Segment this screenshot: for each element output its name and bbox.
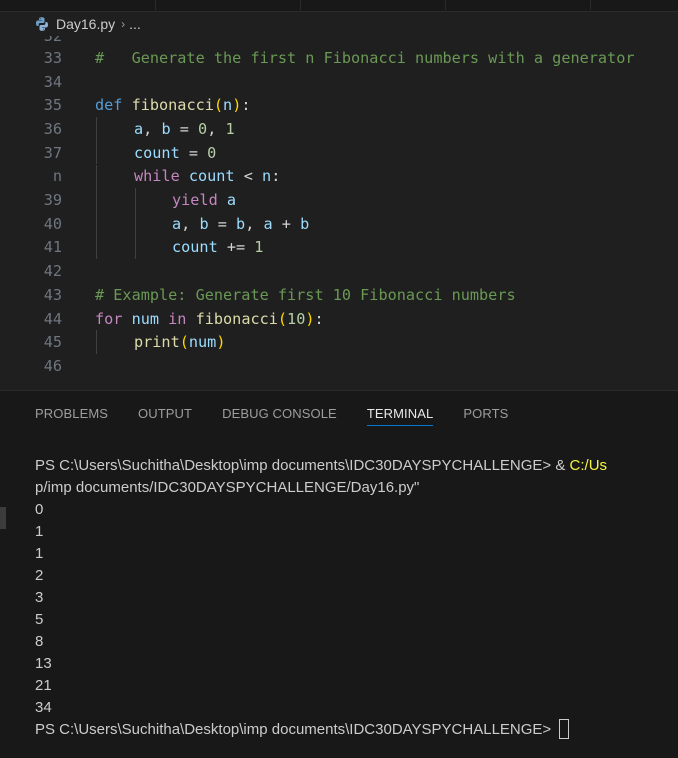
- code-comment: # Generate the first n Fibonacci numbers…: [95, 48, 635, 67]
- terminal-script-path: p/imp documents/IDC30DAYSPYCHALLENGE/Day…: [35, 479, 420, 496]
- line-number: 33: [43, 48, 62, 67]
- terminal-output-line: 13: [35, 655, 52, 672]
- indent-guide: [96, 164, 97, 189]
- code-line: 34: [0, 70, 678, 94]
- terminal-command-line: PS C:\Users\Suchitha\Desktop\imp documen…: [35, 455, 607, 477]
- line-number: 40: [43, 214, 62, 233]
- indent-guide: [135, 211, 136, 236]
- editor-tab-bar: [0, 0, 678, 12]
- line-number: 39: [43, 191, 62, 210]
- code-line: 40 a, b = b, a + b: [0, 211, 678, 236]
- line-number: 43: [43, 285, 62, 304]
- terminal-output-line: 34: [35, 699, 52, 716]
- code-line: 39 yield a: [0, 188, 678, 212]
- terminal-output-line: 2: [35, 567, 44, 584]
- terminal-prompt: PS C:\Users\Suchitha\Desktop\imp documen…: [35, 721, 556, 738]
- tab-separator: [590, 0, 591, 10]
- tab-separator: [445, 0, 446, 10]
- code-text: print(num): [134, 333, 226, 352]
- code-comment: # Example: Generate first 10 Fibonacci n…: [95, 285, 516, 304]
- code-line: 35 def fibonacci(n):: [0, 93, 678, 117]
- vscode-window: Day16.py › ... 32 33 # Generate the firs…: [0, 0, 678, 758]
- line-number: 42: [43, 262, 62, 281]
- terminal-prompt-line: PS C:\Users\Suchitha\Desktop\imp documen…: [35, 719, 570, 741]
- line-number: 34: [43, 72, 62, 91]
- tab-terminal[interactable]: TERMINAL: [366, 391, 434, 435]
- code-text: for num in fibonacci(10):: [95, 309, 324, 328]
- code-line: 41 count += 1: [0, 235, 678, 260]
- tab-separator: [155, 0, 156, 10]
- code-line: 46: [0, 354, 678, 378]
- line-number: 46: [43, 356, 62, 375]
- line-number: n: [52, 167, 62, 186]
- code-line: 33 # Generate the first n Fibonacci numb…: [0, 46, 678, 70]
- terminal-cursor[interactable]: [559, 719, 570, 740]
- tab-debug-console[interactable]: DEBUG CONSOLE: [222, 391, 337, 435]
- line-number: 35: [43, 96, 62, 115]
- code-line: 43 # Example: Generate first 10 Fibonacc…: [0, 283, 678, 307]
- line-number: 44: [43, 309, 62, 328]
- line-number: 45: [43, 333, 62, 352]
- tab-separator: [300, 0, 301, 10]
- terminal-output-line: 0: [35, 501, 44, 518]
- code-line: 36 a, b = 0, 1: [0, 117, 678, 141]
- terminal-prompt: PS C:\Users\Suchitha\Desktop\imp documen…: [35, 457, 556, 474]
- code-text: def fibonacci(n):: [95, 96, 251, 115]
- indent-guide: [135, 235, 136, 260]
- terminal-output-line: 8: [35, 633, 44, 650]
- terminal-output-line: 1: [35, 545, 44, 562]
- code-line: 45 print(num): [0, 330, 678, 355]
- code-text: count = 0: [134, 143, 217, 162]
- indent-guide: [96, 330, 97, 355]
- line-number: 37: [43, 143, 62, 162]
- breadcrumb-file[interactable]: Day16.py: [56, 16, 115, 32]
- tab-problems[interactable]: PROBLEMS: [35, 391, 108, 435]
- chevron-right-icon: ›: [121, 17, 126, 31]
- panel-tab-bar: PROBLEMS OUTPUT DEBUG CONSOLE TERMINAL P…: [0, 391, 678, 435]
- python-file-icon: [34, 16, 50, 32]
- breadcrumb-ellipsis[interactable]: ...: [129, 16, 141, 32]
- terminal-decoration: [0, 507, 6, 529]
- code-line: 44 for num in fibonacci(10):: [0, 307, 678, 331]
- line-number: 32: [0, 36, 62, 45]
- indent-guide: [96, 140, 97, 165]
- code-line: 37 count = 0: [0, 140, 678, 165]
- code-text: a, b = b, a + b: [172, 214, 310, 233]
- bottom-panel: PROBLEMS OUTPUT DEBUG CONSOLE TERMINAL P…: [0, 390, 678, 758]
- terminal-output[interactable]: PS C:\Users\Suchitha\Desktop\imp documen…: [0, 435, 678, 758]
- indent-guide: [135, 188, 136, 212]
- code-line: 42: [0, 259, 678, 283]
- terminal-output-line: 1: [35, 523, 44, 540]
- terminal-output-line: 21: [35, 677, 52, 694]
- indent-guide: [96, 117, 97, 141]
- breadcrumb: Day16.py › ...: [0, 12, 678, 36]
- terminal-operator: &: [555, 457, 570, 474]
- indent-guide: [96, 188, 97, 212]
- terminal-output-line: 3: [35, 589, 44, 606]
- code-text: while count < n:: [134, 167, 281, 186]
- indent-guide: [96, 235, 97, 260]
- code-line: n while count < n:: [0, 164, 678, 189]
- tab-ports[interactable]: PORTS: [463, 391, 508, 435]
- terminal-exe-path: C:/Us: [569, 457, 608, 474]
- line-number: 36: [43, 119, 62, 138]
- code-text: a, b = 0, 1: [134, 119, 235, 138]
- code-editor[interactable]: 32 33 # Generate the first n Fibonacci n…: [0, 36, 678, 390]
- line-number: 41: [43, 238, 62, 257]
- code-text: count += 1: [172, 238, 264, 257]
- tab-output[interactable]: OUTPUT: [138, 391, 192, 435]
- code-text: yield a: [172, 191, 237, 210]
- indent-guide: [96, 211, 97, 236]
- terminal-output-line: 5: [35, 611, 44, 628]
